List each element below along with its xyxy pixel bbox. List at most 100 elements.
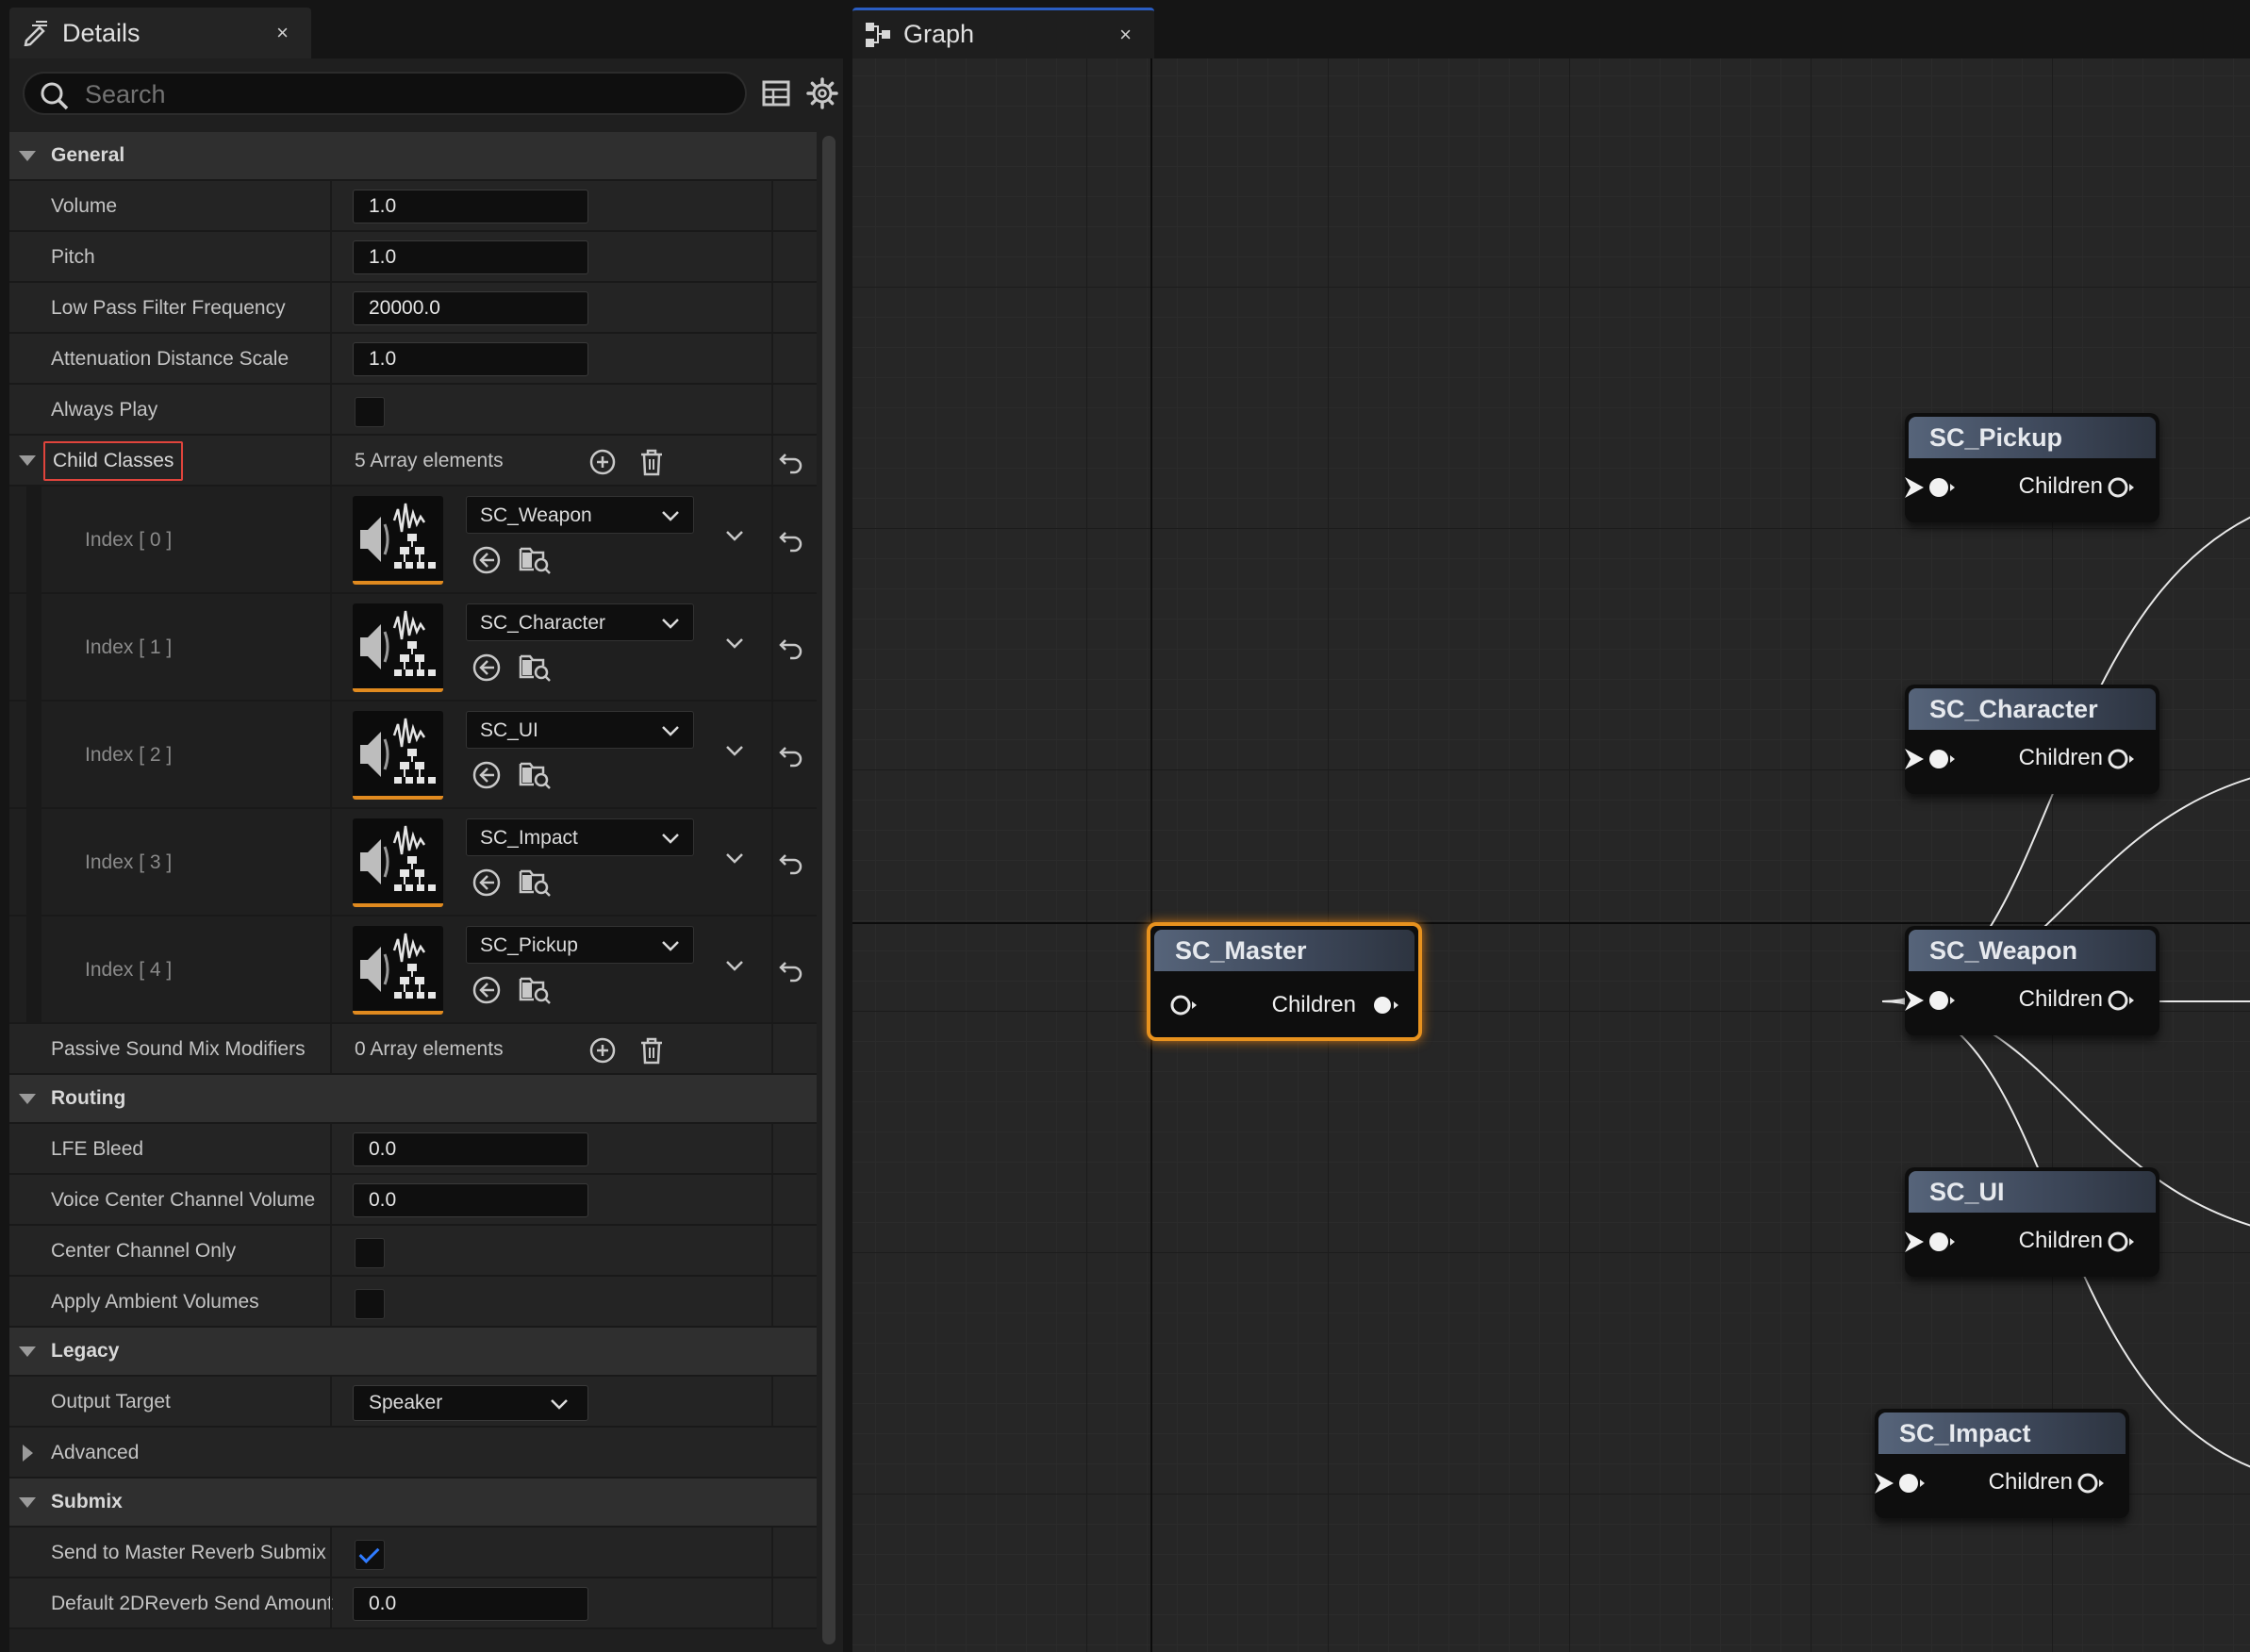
input-pin-icon[interactable] [1927,747,1958,771]
sound-class-thumbnail-icon [360,825,436,891]
chevron-down-icon[interactable] [724,851,745,866]
graph-canvas[interactable]: SC_Master Children SC_Pickup Children SC… [852,58,2250,1652]
category-label: Submix [51,1491,123,1512]
input-pin-icon[interactable] [1927,475,1958,500]
asset-thumbnail[interactable] [353,926,443,1015]
delete-trash-icon[interactable] [637,448,666,476]
collapse-arrow-icon[interactable] [19,1346,36,1357]
node-sc-impact[interactable]: SC_Impact Children [1875,1409,2129,1518]
node-sc-weapon[interactable]: SC_Weapon Children [1905,926,2159,1035]
property-child-classes: Child Classes 5 Array elements [9,436,817,487]
child-class-element: Index [ 1 ] SC_Character [9,594,817,702]
lfe-bleed-field[interactable]: 0.0 [353,1132,588,1166]
asset-picker-combo[interactable]: SC_Weapon [466,496,694,534]
delete-trash-icon[interactable] [637,1036,666,1065]
browse-to-asset-icon[interactable] [519,543,553,575]
asset-name: SC_Weapon [480,504,592,526]
low-pass-filter-field[interactable]: 20000.0 [353,291,588,325]
collapse-arrow-icon[interactable] [19,1496,36,1508]
use-selected-asset-icon[interactable] [472,545,502,575]
asset-thumbnail[interactable] [353,496,443,585]
close-icon[interactable]: × [276,21,289,45]
settings-gear-icon[interactable] [806,77,838,109]
browse-to-asset-icon[interactable] [519,866,553,898]
asset-thumbnail[interactable] [353,818,443,907]
collapse-arrow-icon[interactable] [19,1093,36,1104]
category-legacy[interactable]: Legacy [9,1328,817,1377]
chevron-down-icon[interactable] [724,528,745,543]
category-routing[interactable]: Routing [9,1075,817,1124]
table-view-icon[interactable] [762,79,790,107]
output-pin-icon[interactable] [1371,994,1401,1016]
chevron-down-icon[interactable] [724,743,745,758]
search-icon [41,82,69,110]
browse-to-asset-icon[interactable] [519,973,553,1005]
property-volume: Volume 1.0 [9,181,817,232]
chevron-down-icon[interactable] [724,636,745,651]
output-pin-icon[interactable] [2107,747,2137,771]
reset-to-default-icon[interactable] [777,849,805,877]
category-general[interactable]: General [9,132,817,181]
always-play-checkbox[interactable] [355,397,385,427]
asset-thumbnail[interactable] [353,711,443,800]
reset-to-default-icon[interactable] [777,741,805,769]
node-header: SC_Impact [1878,1412,2126,1454]
search-box[interactable] [23,72,747,115]
send-master-reverb-checkbox[interactable] [355,1540,385,1570]
property-advanced[interactable]: Advanced [9,1428,817,1479]
output-pin-icon[interactable] [2107,475,2137,500]
collapse-arrow-icon[interactable] [19,150,36,161]
close-icon[interactable]: × [1119,23,1132,47]
center-channel-only-checkbox[interactable] [355,1238,385,1268]
tab-graph[interactable]: Graph × [852,8,1154,58]
chevron-down-icon[interactable] [724,958,745,973]
output-pin-icon[interactable] [2107,988,2137,1013]
apply-ambient-volumes-checkbox[interactable] [355,1289,385,1319]
add-element-icon[interactable] [588,1036,617,1065]
add-element-icon[interactable] [588,448,617,476]
asset-picker-combo[interactable]: SC_Impact [466,818,694,856]
asset-picker-combo[interactable]: SC_Character [466,603,694,641]
node-header: SC_Master [1154,930,1415,971]
reset-to-default-icon[interactable] [777,956,805,984]
asset-picker-combo[interactable]: SC_UI [466,711,694,749]
exec-input-arrow-icon [1875,1473,1894,1494]
asset-picker-combo[interactable]: SC_Pickup [466,926,694,964]
output-pin-icon[interactable] [2076,1471,2107,1495]
search-input[interactable] [85,79,726,109]
expand-arrow-icon[interactable] [23,1445,33,1462]
input-pin-icon[interactable] [1169,994,1199,1016]
use-selected-asset-icon[interactable] [472,653,502,683]
browse-to-asset-icon[interactable] [519,758,553,790]
node-sc-master[interactable]: SC_Master Children [1147,922,1422,1041]
attenuation-scale-field[interactable]: 1.0 [353,342,588,376]
input-pin-icon[interactable] [1927,1230,1958,1254]
use-selected-asset-icon[interactable] [472,975,502,1005]
input-pin-icon[interactable] [1897,1471,1927,1495]
reset-to-default-icon[interactable] [777,448,805,476]
browse-to-asset-icon[interactable] [519,651,553,683]
input-pin-icon[interactable] [1927,988,1958,1013]
reverb-send-amount-field[interactable]: 0.0 [353,1587,588,1621]
output-pin-icon[interactable] [2107,1230,2137,1254]
voice-center-volume-field[interactable]: 0.0 [353,1183,588,1217]
property-label: Output Target [51,1391,171,1412]
output-target-dropdown[interactable]: Speaker [353,1385,588,1421]
pitch-field[interactable]: 1.0 [353,240,588,274]
exec-input-arrow-icon [1905,477,1924,498]
collapse-arrow-icon[interactable] [19,455,36,466]
node-title: SC_UI [1929,1178,2005,1206]
use-selected-asset-icon[interactable] [472,867,502,898]
reset-to-default-icon[interactable] [777,634,805,662]
scrollbar[interactable] [822,136,835,1644]
volume-field[interactable]: 1.0 [353,190,588,223]
reset-to-default-icon[interactable] [777,526,805,554]
node-sc-ui[interactable]: SC_UI Children [1905,1167,2159,1277]
asset-thumbnail[interactable] [353,603,443,692]
property-label: Default 2DReverb Send Amount [51,1593,333,1614]
use-selected-asset-icon[interactable] [472,760,502,790]
node-sc-pickup[interactable]: SC_Pickup Children [1905,413,2159,522]
tab-details[interactable]: Details × [9,8,311,58]
node-sc-character[interactable]: SC_Character Children [1905,685,2159,794]
category-submix[interactable]: Submix [9,1479,817,1528]
